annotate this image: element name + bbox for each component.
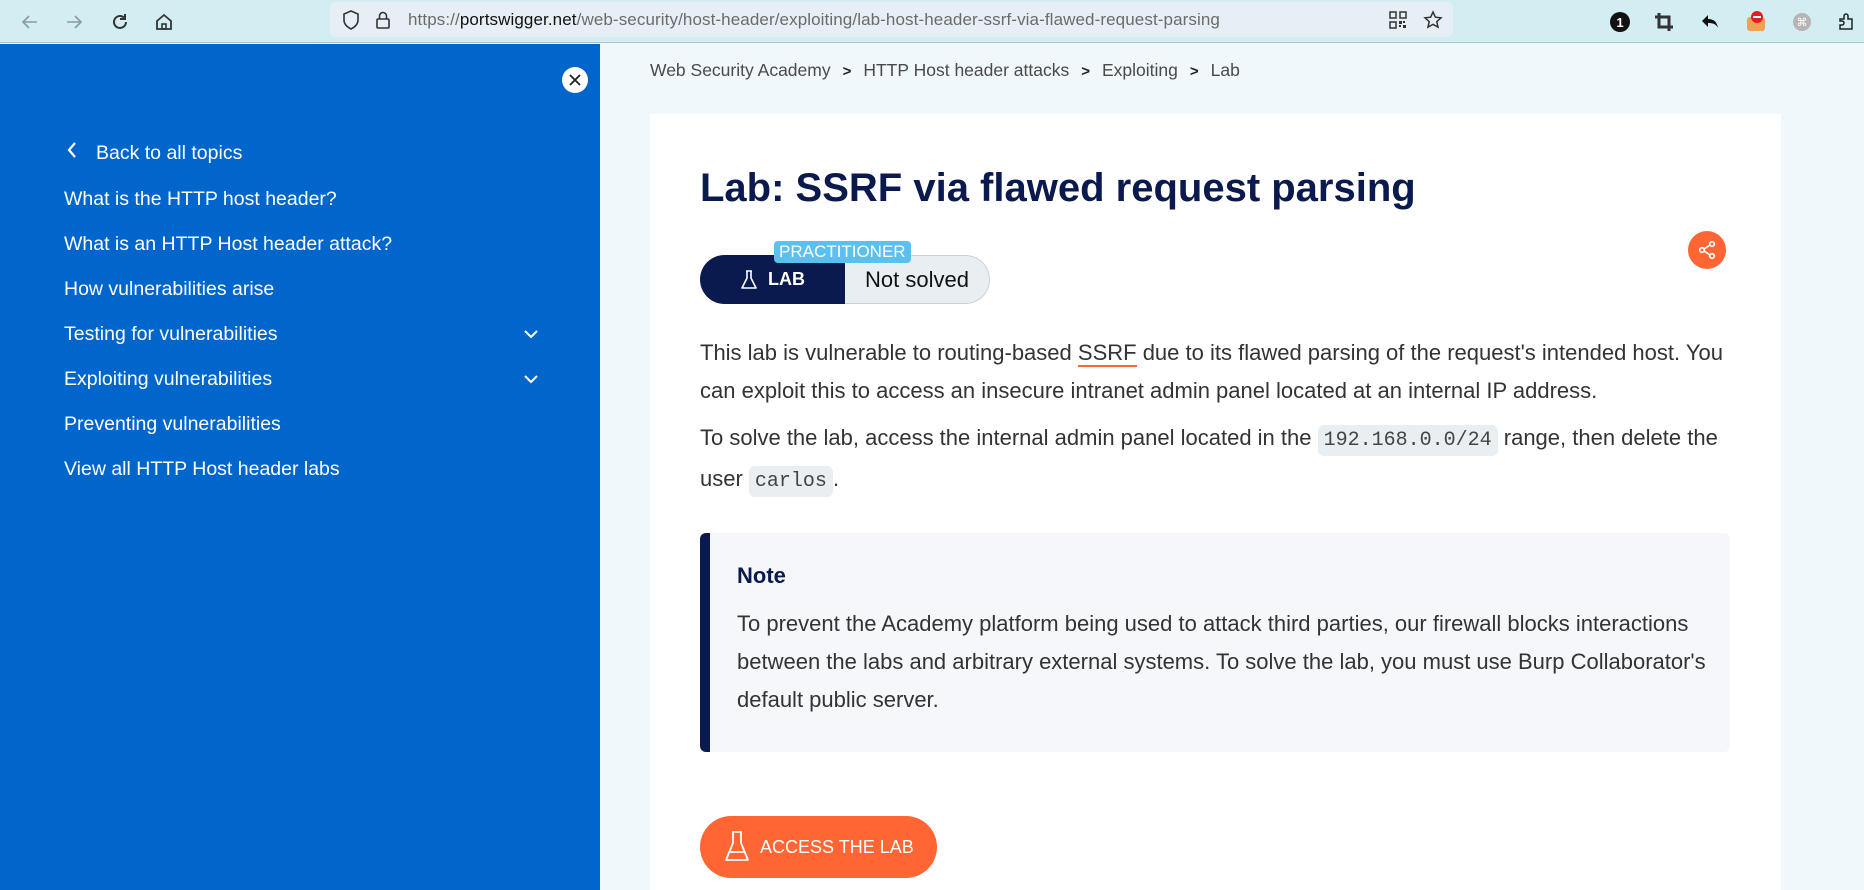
flask-icon (725, 831, 749, 861)
access-the-lab-button[interactable]: ACCESS THE LAB (700, 816, 937, 878)
note-title: Note (737, 563, 786, 588)
sidebar-item-label: View all HTTP Host header labs (64, 458, 340, 480)
url-path: /web-security/host-header/exploiting/lab… (576, 10, 1220, 29)
undo-arrow-icon[interactable] (1696, 8, 1724, 36)
ssrf-link[interactable]: SSRF (1077, 340, 1137, 367)
sidebar-item-exploiting[interactable]: Exploiting vulnerabilities (64, 368, 272, 391)
browser-toolbar: https://portswigger.net/web-security/hos… (0, 0, 1864, 43)
chevron-left-icon (66, 141, 96, 165)
address-bar[interactable]: https://portswigger.net/web-security/hos… (330, 2, 1453, 37)
lab-content-card: Lab: SSRF via flawed request parsing LAB… (650, 114, 1781, 890)
breadcrumb: Web Security Academy > HTTP Host header at… (650, 60, 1240, 81)
back-label: Back to all topics (96, 142, 243, 164)
extension-gray-icon[interactable]: ⌘ (1788, 8, 1816, 36)
back-to-all-topics-link[interactable]: Back to all topics (64, 141, 242, 165)
lab-description: This lab is vulnerable to routing-based … (700, 334, 1740, 410)
home-icon[interactable] (150, 8, 178, 36)
breadcrumb-lab[interactable]: Lab (1211, 60, 1240, 80)
crop-icon[interactable] (1650, 8, 1678, 36)
extension-badge-icon[interactable]: 1 (1606, 8, 1634, 36)
sidebar-item-view-all-labs[interactable]: View all HTTP Host header labs (64, 458, 340, 481)
lock-icon[interactable] (372, 9, 394, 31)
sidebar-item-what-is-host-header[interactable]: What is the HTTP host header? (64, 188, 337, 211)
chevron-down-icon[interactable] (522, 370, 540, 388)
bookmark-star-icon[interactable] (1422, 9, 1444, 31)
note-text: To prevent the Academy platform being us… (737, 611, 1706, 712)
topic-sidebar: Back to all topics What is the HTTP host… (0, 44, 600, 890)
text: This lab is vulnerable to routing-based (700, 340, 1078, 365)
lab-objective: To solve the lab, access the internal ad… (700, 419, 1740, 501)
share-button[interactable] (1688, 231, 1726, 269)
url-scheme: https:// (408, 10, 460, 29)
sidebar-item-testing[interactable]: Testing for vulnerabilities (64, 323, 278, 346)
flask-icon (741, 269, 757, 289)
lab-badge-label: LAB (768, 269, 805, 289)
sidebar-item-label: What is the HTTP host header? (64, 188, 337, 210)
sidebar-item-label: What is an HTTP Host header attack? (64, 233, 393, 255)
breadcrumb-host-header-attacks[interactable]: HTTP Host header attacks (863, 60, 1069, 80)
breadcrumb-exploiting[interactable]: Exploiting (1102, 60, 1178, 80)
extension-blocked-icon[interactable] (1742, 8, 1770, 36)
extension-badge-count: 1 (1610, 12, 1630, 32)
url-text[interactable]: https://portswigger.net/web-security/hos… (408, 10, 1220, 30)
ip-range-code: 192.168.0.0/24 (1317, 425, 1498, 456)
breadcrumb-separator: > (1189, 63, 1199, 80)
sidebar-item-label: Preventing vulnerabilities (64, 413, 281, 435)
sidebar-item-how-vulnerabilities-arise[interactable]: How vulnerabilities arise (64, 278, 274, 301)
text: To solve the lab, access the internal ad… (700, 425, 1318, 450)
close-icon (569, 74, 581, 86)
sidebar-item-preventing[interactable]: Preventing vulnerabilities (64, 413, 281, 436)
close-sidebar-button[interactable] (562, 67, 588, 93)
text: . (832, 466, 840, 491)
chevron-down-icon[interactable] (522, 325, 540, 343)
sidebar-item-label: Testing for vulnerabilities (64, 323, 278, 345)
page-title: Lab: SSRF via flawed request parsing (700, 166, 1416, 210)
qr-code-icon[interactable] (1387, 9, 1409, 31)
share-icon (1698, 240, 1716, 260)
breadcrumb-academy[interactable]: Web Security Academy (650, 60, 831, 80)
extensions-puzzle-icon[interactable] (1832, 8, 1860, 36)
breadcrumb-separator: > (842, 63, 852, 80)
url-host: portswigger.net (459, 10, 577, 29)
sidebar-item-label: How vulnerabilities arise (64, 278, 275, 300)
note-box: Note To prevent the Academy platform bei… (700, 533, 1730, 752)
back-icon[interactable] (16, 8, 44, 36)
sidebar-item-label: Exploiting vulnerabilities (64, 368, 273, 390)
lab-status-badge: LAB Not solved PRACTITIONER (700, 241, 990, 304)
breadcrumb-separator: > (1081, 63, 1090, 80)
difficulty-level: PRACTITIONER (774, 241, 911, 263)
reload-icon[interactable] (106, 8, 134, 36)
shield-icon[interactable] (340, 9, 362, 31)
sidebar-item-what-is-host-header-attack[interactable]: What is an HTTP Host header attack? (64, 233, 392, 256)
access-the-lab-label: ACCESS THE LAB (760, 836, 914, 857)
forward-icon[interactable] (60, 8, 88, 36)
username-code: carlos (748, 466, 833, 497)
